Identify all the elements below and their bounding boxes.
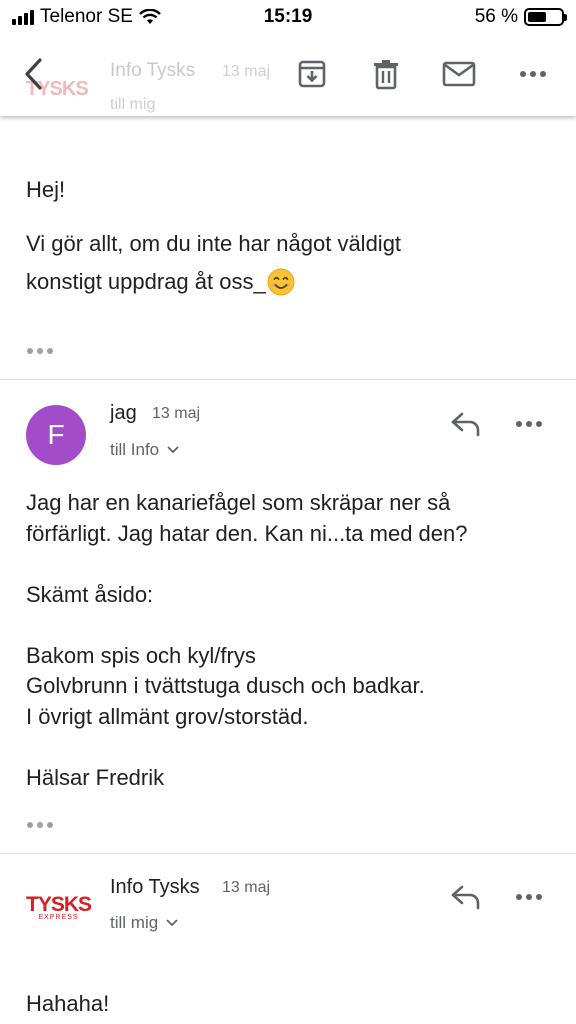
- message1-body-line2-row: konstigt uppdrag åt oss_: [26, 263, 295, 301]
- message1-greeting: Hej!: [26, 177, 66, 202]
- message2-line: I övrigt allmänt grov/storstäd.: [26, 703, 309, 729]
- reply-button[interactable]: [448, 405, 484, 441]
- message3-body-first: Hahaha!: [26, 991, 110, 1016]
- show-trimmed-content-button[interactable]: [27, 348, 53, 354]
- message2-line: Golvbrunn i tvättstuga dusch och badkar.: [26, 673, 425, 698]
- message3-date: 13 maj: [222, 879, 271, 896]
- smiley-emoji-icon: [267, 268, 295, 296]
- ghost-date: 13 maj: [222, 63, 271, 80]
- chevron-down-icon: [166, 919, 178, 927]
- message2-date: 13 maj: [152, 405, 201, 422]
- reply-button[interactable]: [448, 878, 484, 914]
- message2-line: [26, 732, 468, 763]
- battery-icon: [524, 8, 567, 26]
- mark-unread-button[interactable]: [439, 54, 479, 94]
- message-divider: [0, 379, 576, 380]
- message-divider: [0, 853, 576, 854]
- message2-line: förfärligt. Jag hatar den. Kan ni...ta m…: [26, 520, 468, 546]
- message2-body: Jag har en kanariefågel som skräpar ner …: [26, 488, 468, 793]
- back-button[interactable]: [14, 54, 54, 94]
- back-icon: [25, 58, 42, 90]
- message2-line: [26, 549, 468, 580]
- avatar[interactable]: F: [26, 405, 86, 465]
- message2-recipient-toggle[interactable]: till Info: [110, 440, 179, 460]
- more-options-button[interactable]: [513, 54, 553, 94]
- mail-toolbar: TYSKS Info Tysks 13 maj till mig: [0, 36, 576, 116]
- message2-more-button[interactable]: [516, 421, 542, 427]
- mail-icon: [442, 61, 476, 87]
- status-bar: Telenor SE 15:19 56 %: [0, 0, 576, 36]
- delete-button[interactable]: [366, 54, 406, 94]
- message3-recipient-toggle[interactable]: till mig: [110, 913, 178, 933]
- message3-more-button[interactable]: [516, 894, 542, 900]
- message2-line: Bakom spis och kyl/frys: [26, 642, 256, 668]
- show-trimmed-content-button[interactable]: [27, 822, 53, 828]
- message2-line: Skämt åsido:: [26, 581, 154, 607]
- message2-line: Jag har en kanariefågel som skräpar ner …: [26, 490, 451, 515]
- sender-logo[interactable]: TYSKS EXPRESS: [26, 893, 92, 921]
- message2-sender: jag: [110, 402, 137, 424]
- ghost-recipient: till mig: [110, 96, 156, 113]
- message1-body-line2: konstigt uppdrag åt oss_: [26, 269, 266, 294]
- message3-recipient: till mig: [110, 913, 159, 932]
- chevron-down-icon: [167, 446, 179, 454]
- message2-recipient: till Info: [110, 440, 160, 459]
- message3-sender: Info Tysks: [110, 876, 200, 898]
- battery-percent: 56 %: [474, 6, 518, 27]
- message2-line: Hälsar Fredrik: [26, 764, 165, 790]
- ghost-sender-name: Info Tysks: [110, 60, 196, 81]
- reply-icon: [451, 885, 480, 910]
- message2-line: [26, 610, 468, 641]
- archive-button[interactable]: [292, 54, 332, 94]
- delete-icon: [374, 60, 398, 90]
- archive-icon: [298, 60, 326, 88]
- message1-body-line1: Vi gör allt, om du inte har något väldig…: [26, 231, 402, 256]
- more-icon: [520, 71, 546, 77]
- reply-icon: [451, 412, 480, 437]
